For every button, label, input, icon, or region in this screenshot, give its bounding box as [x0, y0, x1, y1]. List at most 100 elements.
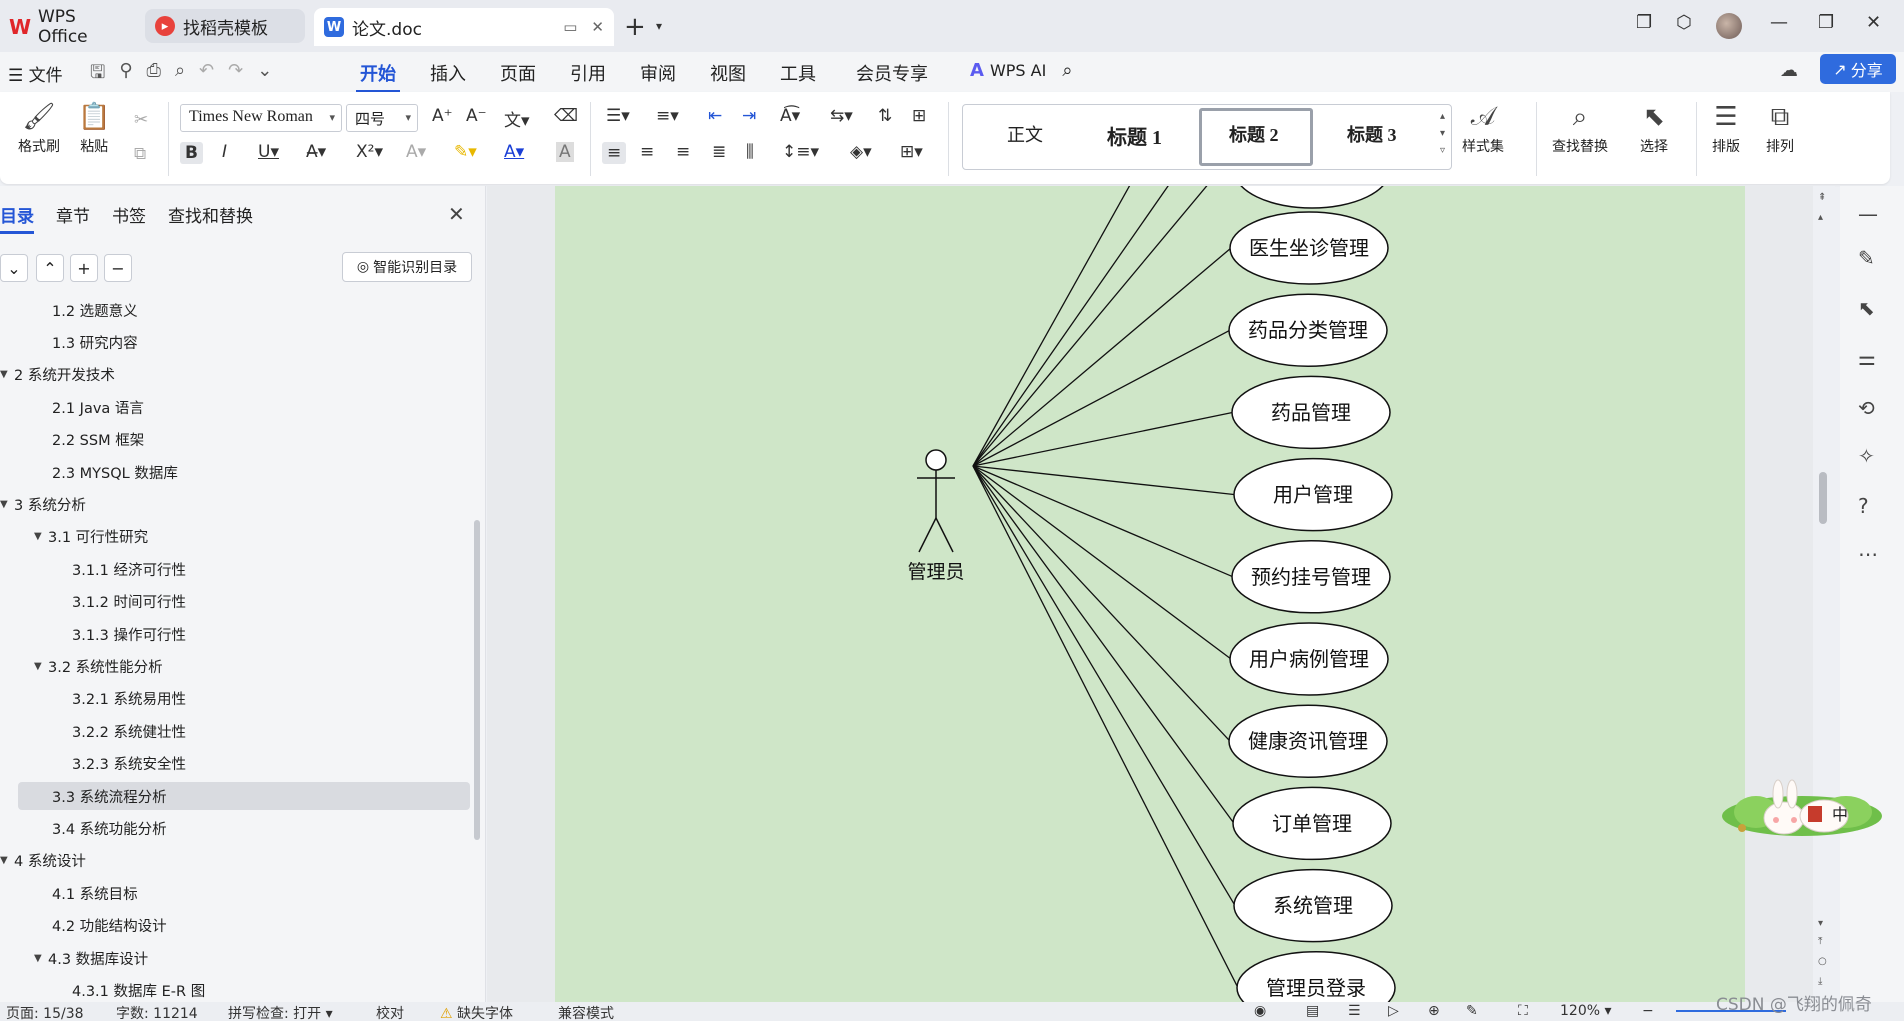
italic-icon[interactable]: I	[222, 142, 227, 162]
scroll-top-icon[interactable]: ⇞	[1818, 192, 1826, 203]
toc-item[interactable]: 3.2.3 系统安全性	[0, 750, 470, 778]
nav-tab-find[interactable]: 查找和替换	[168, 202, 253, 234]
toc-item[interactable]: 4.3.1 数据库 E-R 图	[0, 976, 470, 1002]
review-icon[interactable]: ⟲	[1858, 396, 1875, 420]
use-case[interactable]: 系统管理	[1233, 868, 1393, 943]
toc-item[interactable]: 3.4 系统功能分析	[0, 814, 470, 842]
expand-caret-icon[interactable]: ▼	[34, 953, 48, 964]
shrink-font-icon[interactable]: A⁻	[466, 106, 487, 126]
toc-item[interactable]: 2.3 MYSQL 数据库	[0, 458, 470, 486]
toc-item[interactable]: 3.2.1 系统易用性	[0, 685, 470, 713]
align-center-icon[interactable]: ≡	[640, 142, 654, 162]
toc-item[interactable]: ▼ 4.3 数据库设计	[0, 944, 470, 972]
toc-item[interactable]: ▼ 2 系统开发技术	[0, 361, 470, 389]
tab-document[interactable]: W 论文.doc ▭ ✕	[314, 8, 614, 46]
tab-wps-office[interactable]: W WPS Office	[0, 7, 138, 47]
find-replace-button[interactable]: ⌕ 查找替换	[1552, 102, 1608, 156]
select-browse-icon[interactable]: ○	[1818, 956, 1827, 967]
paste-button[interactable]: 📋 粘贴	[78, 102, 110, 156]
minimize-icon[interactable]: —	[1770, 12, 1788, 33]
tab-template[interactable]: ▸ 找稻壳模板	[145, 9, 305, 43]
expand-caret-icon[interactable]: ▼	[0, 855, 14, 866]
proofread-button[interactable]: 校对	[376, 1003, 404, 1021]
strikethrough-icon[interactable]: A̶▾	[306, 142, 326, 162]
border-icon[interactable]: ⊞▾	[900, 142, 923, 162]
use-case[interactable]: 用户管理	[1233, 457, 1393, 532]
add-heading-button[interactable]: +	[70, 254, 98, 282]
close-window-icon[interactable]: ✕	[1866, 12, 1881, 33]
close-tab-icon[interactable]: ✕	[591, 18, 604, 36]
expand-caret-icon[interactable]: ▼	[0, 499, 14, 510]
zoom-out-icon[interactable]: −	[1642, 1003, 1654, 1019]
chevron-down-icon[interactable]: ▾	[1440, 128, 1445, 139]
tab-review[interactable]: 审阅	[636, 58, 680, 88]
next-page-icon[interactable]: ⤓	[1818, 976, 1822, 987]
use-case[interactable]: 药品管理	[1231, 375, 1391, 450]
tab-insert[interactable]: 插入	[426, 58, 470, 88]
font-size-select[interactable]: 四号 ▾	[346, 104, 418, 132]
highlight-icon[interactable]: ✎▾	[454, 142, 477, 162]
save-icon[interactable]: 🖫	[90, 60, 105, 90]
toc-item[interactable]: 4.1 系统目标	[0, 879, 470, 907]
toc-item[interactable]: ▼ 3.1 可行性研究	[0, 523, 470, 551]
tab-home[interactable]: 开始	[356, 58, 400, 93]
toc-item[interactable]: ▼ 3.2 系统性能分析	[0, 652, 470, 680]
move-up-button[interactable]: ⌃	[36, 254, 64, 282]
copy-icon[interactable]: ⧉	[134, 144, 146, 164]
close-icon[interactable]: ✕	[448, 202, 465, 226]
use-case[interactable]: 预约挂号管理	[1231, 540, 1391, 614]
link-icon[interactable]: ⚲	[119, 60, 132, 90]
clear-format-icon[interactable]: ⌫	[554, 106, 578, 126]
ime-mascot[interactable]: 中	[1716, 772, 1888, 844]
show-marks-icon[interactable]: ⊞	[912, 106, 926, 126]
outline-view-icon[interactable]: ☰	[1348, 1003, 1361, 1019]
pointer-icon[interactable]: ⬉	[1858, 296, 1875, 320]
select-button[interactable]: ⬉ 选择	[1640, 102, 1668, 156]
line-spacing-icon[interactable]: ↕≡▾	[782, 142, 819, 162]
monitor-icon[interactable]: ▭	[563, 18, 577, 36]
sort-icon[interactable]: ⇅	[878, 106, 892, 126]
write-icon[interactable]: ✎	[1466, 1003, 1478, 1019]
search-icon[interactable]: ⌕	[1062, 60, 1072, 81]
print-icon[interactable]: ⎙	[147, 60, 161, 90]
use-case[interactable]: 健康资讯管理	[1228, 704, 1388, 778]
document-page[interactable]: 医生坐诊管理 药品分类管理 药品管理 用户管理 预约挂号管理 用户病例管理 健康资讯管理 订单…	[555, 186, 1745, 1002]
chevron-down-icon[interactable]: ▾	[656, 19, 662, 33]
nav-scrollbar[interactable]	[474, 520, 480, 840]
cube-icon[interactable]: ⬡	[1676, 12, 1692, 33]
nav-tab-toc[interactable]: 目录	[0, 202, 34, 234]
collapse-icon[interactable]: —	[1858, 202, 1878, 226]
increase-indent-icon[interactable]: ⇥	[742, 106, 756, 126]
scroll-down-icon[interactable]: ▾	[1818, 918, 1823, 929]
expand-caret-icon[interactable]: ▼	[34, 661, 48, 672]
toc-item[interactable]: 3.1.3 操作可行性	[0, 620, 470, 648]
use-case[interactable]: 管理员登录	[1236, 951, 1396, 1002]
file-menu[interactable]: ☰ 文件	[8, 61, 63, 86]
bold-icon[interactable]: B	[180, 142, 203, 164]
restore-icon[interactable]: ❐	[1818, 12, 1834, 33]
actor[interactable]: 管理员	[907, 449, 965, 583]
tab-view[interactable]: 视图	[706, 58, 750, 88]
toc-item[interactable]: 3.3 系统流程分析	[18, 782, 470, 810]
tab-references[interactable]: 引用	[566, 58, 610, 88]
fit-icon[interactable]: ⛶	[1518, 1003, 1528, 1019]
print-preview-icon[interactable]: ⌕	[175, 60, 185, 90]
distributed-icon[interactable]: ⫼	[746, 142, 754, 162]
tab-member[interactable]: 会员专享	[852, 58, 932, 88]
superscript-icon[interactable]: X²▾	[356, 142, 383, 162]
remove-heading-button[interactable]: −	[104, 254, 132, 282]
help-icon[interactable]: ?	[1858, 494, 1869, 518]
vertical-scrollbar[interactable]: ⇞ ▴ ▾ ⤒ ○ ⤓	[1813, 186, 1835, 1002]
chevron-up-icon[interactable]: ▴	[1440, 111, 1445, 122]
toc-item[interactable]: ▼ 4 系统设计	[0, 847, 470, 875]
expand-caret-icon[interactable]: ▼	[34, 531, 48, 542]
text-effect-icon[interactable]: A▾	[406, 142, 426, 162]
toc-item[interactable]: 3.1.2 时间可行性	[0, 588, 470, 616]
use-case[interactable]: 药品分类管理	[1228, 293, 1388, 367]
more-icon[interactable]: ⋯	[1858, 542, 1878, 566]
justify-icon[interactable]: ≣	[712, 142, 726, 162]
toc-item[interactable]: ▼ 3 系统分析	[0, 490, 470, 518]
bullet-list-icon[interactable]: ☰▾	[606, 106, 630, 126]
share-button[interactable]: ↗ 分享	[1820, 54, 1896, 84]
window-icon[interactable]: ❐	[1636, 12, 1652, 33]
